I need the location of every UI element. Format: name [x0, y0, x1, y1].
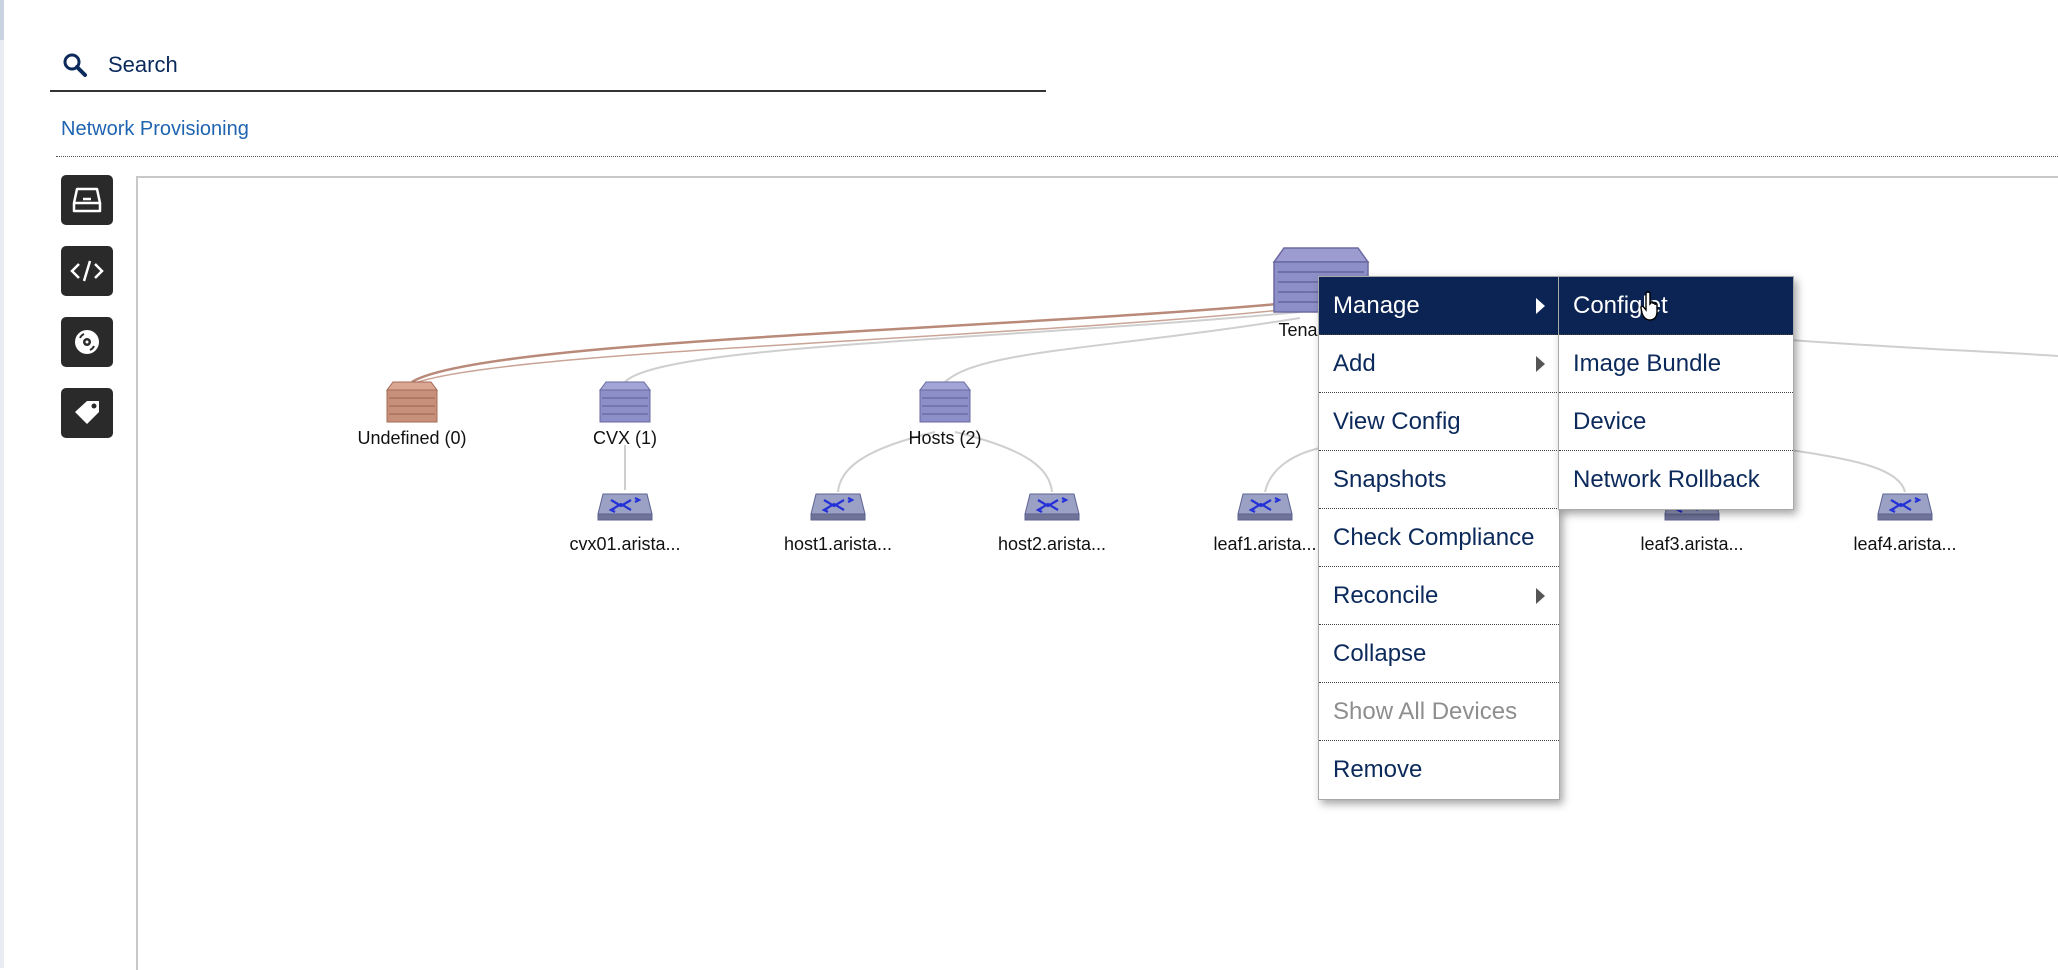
menu-item-remove[interactable]: Remove: [1319, 741, 1559, 799]
container-cvx-icon[interactable]: [599, 380, 651, 424]
menu-item-reconcile[interactable]: Reconcile: [1319, 567, 1559, 625]
submenu-item-label: Device: [1573, 408, 1647, 435]
submenu-item-device[interactable]: Device: [1559, 393, 1793, 451]
menu-item-label: Add: [1333, 350, 1376, 377]
menu-item-label: Manage: [1333, 292, 1420, 319]
device-switch-icon[interactable]: [597, 492, 653, 522]
device-label: cvx01.arista...: [569, 534, 681, 554]
menu-item-label: Snapshots: [1333, 466, 1447, 493]
submenu-item-configlet[interactable]: Configlet: [1559, 277, 1793, 335]
container-undefined-label: Undefined (0): [357, 428, 467, 448]
menu-item-label: Remove: [1333, 756, 1423, 783]
submenu-item-image-bundle[interactable]: Image Bundle: [1559, 335, 1793, 393]
device-label: host2.arista...: [997, 534, 1107, 554]
menu-item-manage[interactable]: Manage: [1319, 277, 1559, 335]
menu-item-show-all-devices: Show All Devices: [1319, 683, 1559, 741]
menu-item-label: View Config: [1333, 408, 1461, 435]
container-cvx-label: CVX (1): [592, 428, 658, 448]
menu-item-label: Check Compliance: [1333, 524, 1535, 551]
device-switch-icon[interactable]: [810, 492, 866, 522]
context-menu: Manage Add View Config Snapshots Check Compl…: [1318, 276, 1560, 800]
menu-item-label: Show All Devices: [1333, 698, 1518, 725]
container-hosts-icon[interactable]: [919, 380, 971, 424]
menu-item-label: Collapse: [1333, 640, 1427, 667]
device-switch-icon[interactable]: [1024, 492, 1080, 522]
menu-item-snapshots[interactable]: Snapshots: [1319, 451, 1559, 509]
hand-cursor-icon: [1640, 291, 1658, 321]
menu-item-check-compliance[interactable]: Check Compliance: [1319, 509, 1559, 567]
submenu-arrow-icon: [1536, 298, 1545, 314]
menu-item-add[interactable]: Add: [1319, 335, 1559, 393]
root-container-label: Tena: [1278, 320, 1318, 340]
container-hosts-label: Hosts (2): [908, 428, 982, 448]
submenu-item-label: Network Rollback: [1573, 466, 1760, 493]
device-switch-icon[interactable]: [1877, 492, 1933, 522]
submenu-arrow-icon: [1536, 356, 1545, 372]
device-label: leaf1.arista...: [1213, 534, 1317, 554]
device-label: leaf3.arista...: [1640, 534, 1744, 554]
device-switch-icon[interactable]: [1237, 492, 1293, 522]
menu-item-collapse[interactable]: Collapse: [1319, 625, 1559, 683]
device-label: host1.arista...: [783, 534, 893, 554]
menu-item-view-config[interactable]: View Config: [1319, 393, 1559, 451]
device-label: leaf4.arista...: [1853, 534, 1957, 554]
submenu-arrow-icon: [1536, 588, 1545, 604]
submenu-item-label: Image Bundle: [1573, 350, 1722, 377]
menu-item-label: Reconcile: [1333, 582, 1439, 609]
submenu-item-network-rollback[interactable]: Network Rollback: [1559, 451, 1793, 509]
container-undefined-icon[interactable]: [386, 380, 438, 424]
manage-submenu: Configlet Image Bundle Device Network Rollb…: [1558, 276, 1794, 510]
